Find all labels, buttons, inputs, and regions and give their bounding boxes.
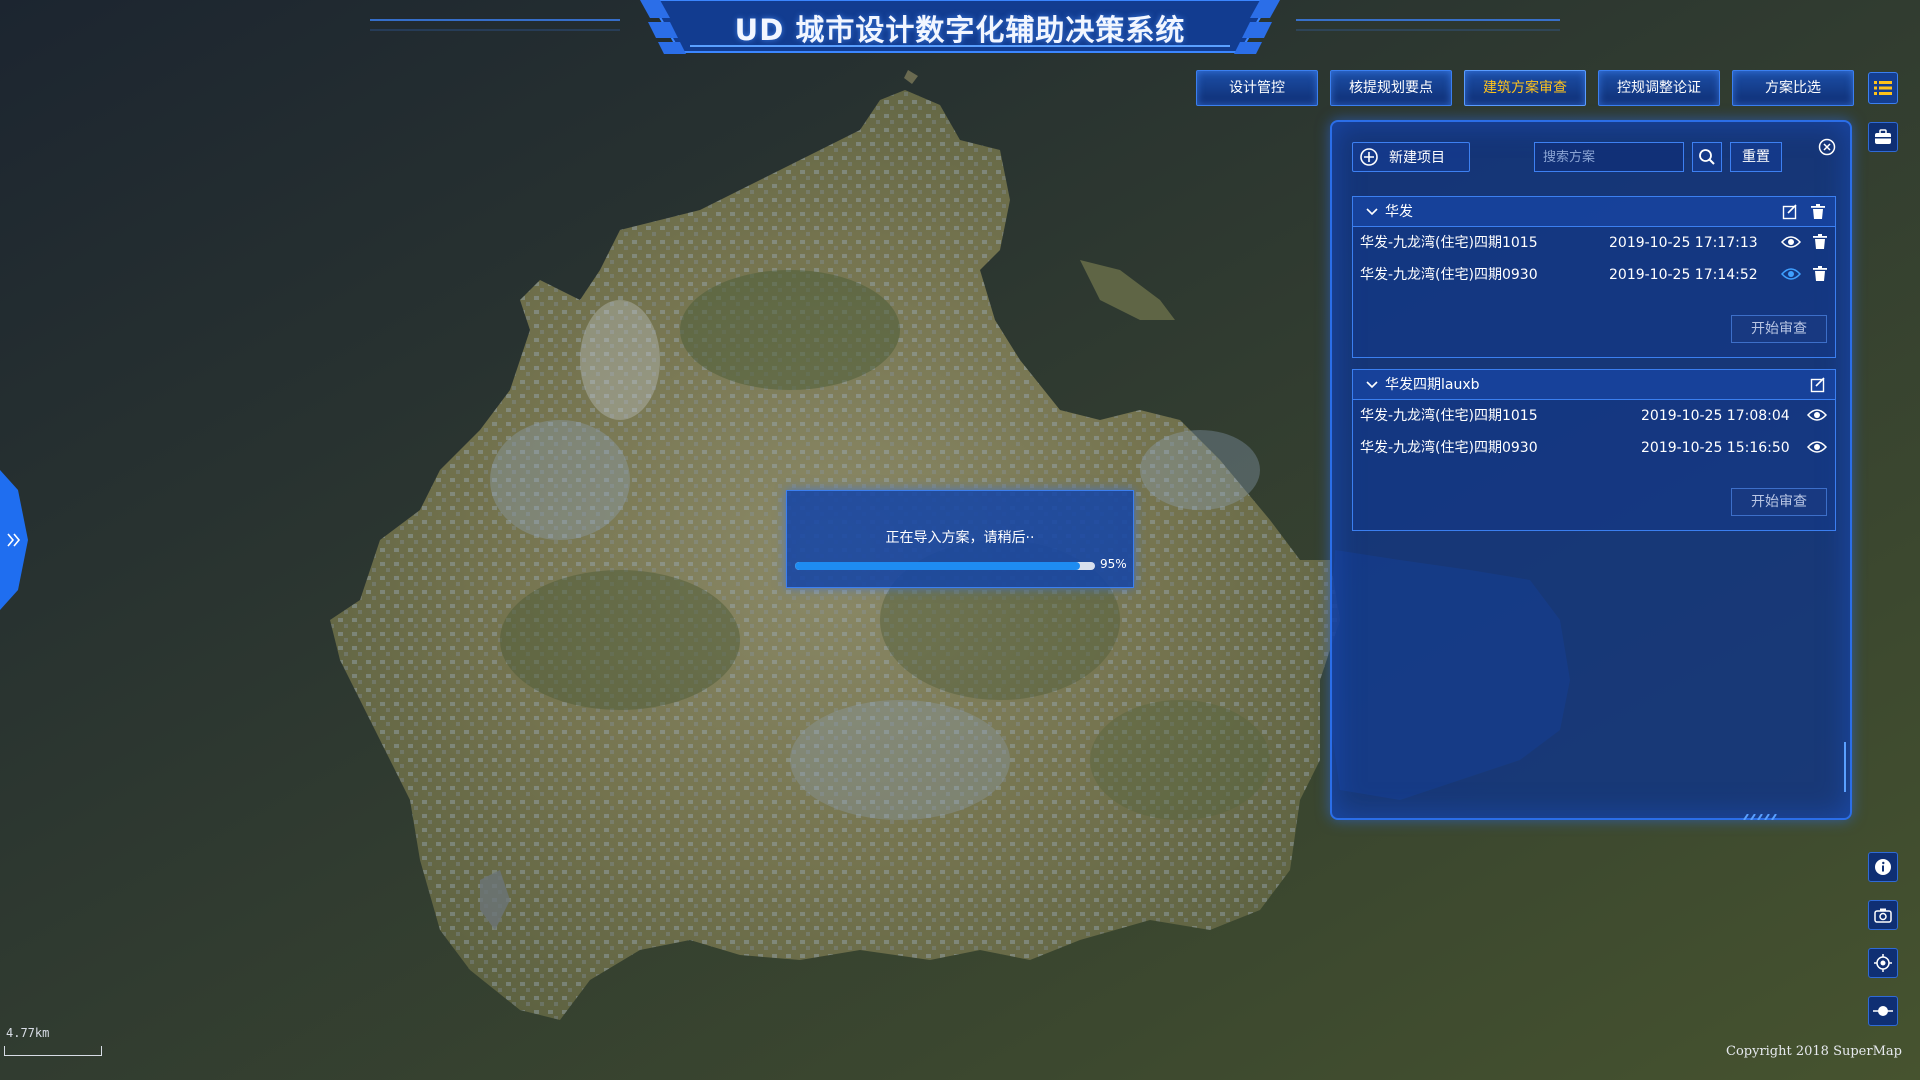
locate-icon [1874, 954, 1892, 972]
panel-toolbar: 新建项目 重置 [1352, 138, 1836, 172]
edit-icon[interactable] [1809, 376, 1827, 394]
locate-button[interactable] [1868, 948, 1898, 978]
eye-icon[interactable] [1807, 439, 1827, 455]
import-progress-dialog: 正在导入方案，请稍后·· 95% [786, 490, 1134, 588]
screenshot-button[interactable] [1868, 900, 1898, 930]
new-project-button[interactable]: 新建项目 [1352, 142, 1470, 172]
scheme-time: 2019-10-25 17:17:13 [1609, 235, 1758, 251]
start-review-button[interactable]: 开始审查 [1731, 488, 1827, 516]
panel-scrollbar[interactable] [1844, 742, 1846, 792]
expand-left-panel-button[interactable] [0, 470, 30, 610]
search-input[interactable] [1534, 142, 1684, 172]
chevron-down-icon [1366, 208, 1378, 216]
group-name: 华发 [1385, 204, 1413, 220]
tab-scheme-comparison[interactable]: 方案比选 [1732, 70, 1854, 106]
scheme-name: 华发-九龙湾(住宅)四期0930 [1360, 440, 1538, 456]
search-button[interactable] [1692, 142, 1722, 172]
resize-grip-icon[interactable] [1742, 814, 1778, 820]
tab-design-control[interactable]: 设计管控 [1196, 70, 1318, 106]
trash-icon[interactable] [1813, 266, 1827, 282]
toolbox-button[interactable] [1868, 122, 1898, 152]
scheme-time: 2019-10-25 15:16:50 [1641, 440, 1790, 456]
project-panel: 新建项目 重置 华发 [1330, 120, 1852, 820]
new-project-label: 新建项目 [1389, 150, 1445, 166]
trash-icon[interactable] [1813, 234, 1827, 250]
tab-building-review[interactable]: 建筑方案审查 [1464, 70, 1586, 106]
main-nav: 设计管控 核提规划要点 建筑方案审查 控规调整论证 方案比选 [1196, 70, 1854, 106]
view-toggle-button[interactable] [1868, 996, 1898, 1026]
reset-button[interactable]: 重置 [1730, 142, 1782, 172]
scheme-name: 华发-九龙湾(住宅)四期1015 [1360, 235, 1538, 251]
app-title: UD 城市设计数字化辅助决策系统 [734, 13, 1186, 47]
project-group: 华发 华发-九龙湾(住宅)四期1015 2019-10-25 17:17:13 … [1352, 196, 1836, 358]
progress-bar [795, 562, 1095, 570]
trash-icon[interactable] [1809, 203, 1827, 221]
project-group: 华发四期lauxb 华发-九龙湾(住宅)四期1015 2019-10-25 17… [1352, 369, 1836, 531]
progress-percent: 95% [1100, 557, 1127, 571]
info-button[interactable] [1868, 852, 1898, 882]
close-icon [1818, 138, 1836, 156]
close-panel-button[interactable] [1816, 136, 1838, 158]
list-icon [1874, 81, 1892, 95]
scheme-name: 华发-九龙湾(住宅)四期0930 [1360, 267, 1538, 283]
progress-fill [795, 562, 1080, 570]
eye-icon[interactable] [1781, 234, 1801, 250]
list-item[interactable]: 华发-九龙湾(住宅)四期0930 2019-10-25 15:16:50 [1353, 432, 1835, 464]
scale-bar [4, 1046, 102, 1056]
eye-icon[interactable] [1781, 266, 1801, 282]
list-item[interactable]: 华发-九龙湾(住宅)四期0930 2019-10-25 17:14:52 [1353, 259, 1835, 291]
info-icon [1875, 859, 1891, 875]
list-item[interactable]: 华发-九龙湾(住宅)四期1015 2019-10-25 17:17:13 [1353, 227, 1835, 259]
tab-regulation-adjustment[interactable]: 控规调整论证 [1598, 70, 1720, 106]
loading-message: 正在导入方案，请稍后·· [885, 530, 1035, 546]
scheme-time: 2019-10-25 17:08:04 [1641, 408, 1790, 424]
group-header[interactable]: 华发 [1353, 197, 1835, 227]
scheme-time: 2019-10-25 17:14:52 [1609, 267, 1758, 283]
scheme-name: 华发-九龙湾(住宅)四期1015 [1360, 408, 1538, 424]
plus-circle-icon [1360, 148, 1378, 166]
scale-label: 4.77km [6, 1026, 50, 1040]
list-menu-button[interactable] [1868, 72, 1898, 104]
start-review-button[interactable]: 开始审查 [1731, 315, 1827, 343]
edit-icon[interactable] [1781, 203, 1799, 221]
chevron-down-icon [1366, 381, 1378, 389]
eye-slider-icon [1873, 1006, 1893, 1016]
copyright-text: Copyright 2018 SuperMap [1726, 1044, 1902, 1059]
tab-planning-points[interactable]: 核提规划要点 [1330, 70, 1452, 106]
list-item[interactable]: 华发-九龙湾(住宅)四期1015 2019-10-25 17:08:04 [1353, 400, 1835, 432]
camera-icon [1874, 908, 1892, 923]
search-icon [1699, 149, 1715, 165]
briefcase-icon [1875, 129, 1891, 144]
group-header[interactable]: 华发四期lauxb [1353, 370, 1835, 400]
eye-icon[interactable] [1807, 407, 1827, 423]
group-name: 华发四期lauxb [1385, 377, 1480, 393]
